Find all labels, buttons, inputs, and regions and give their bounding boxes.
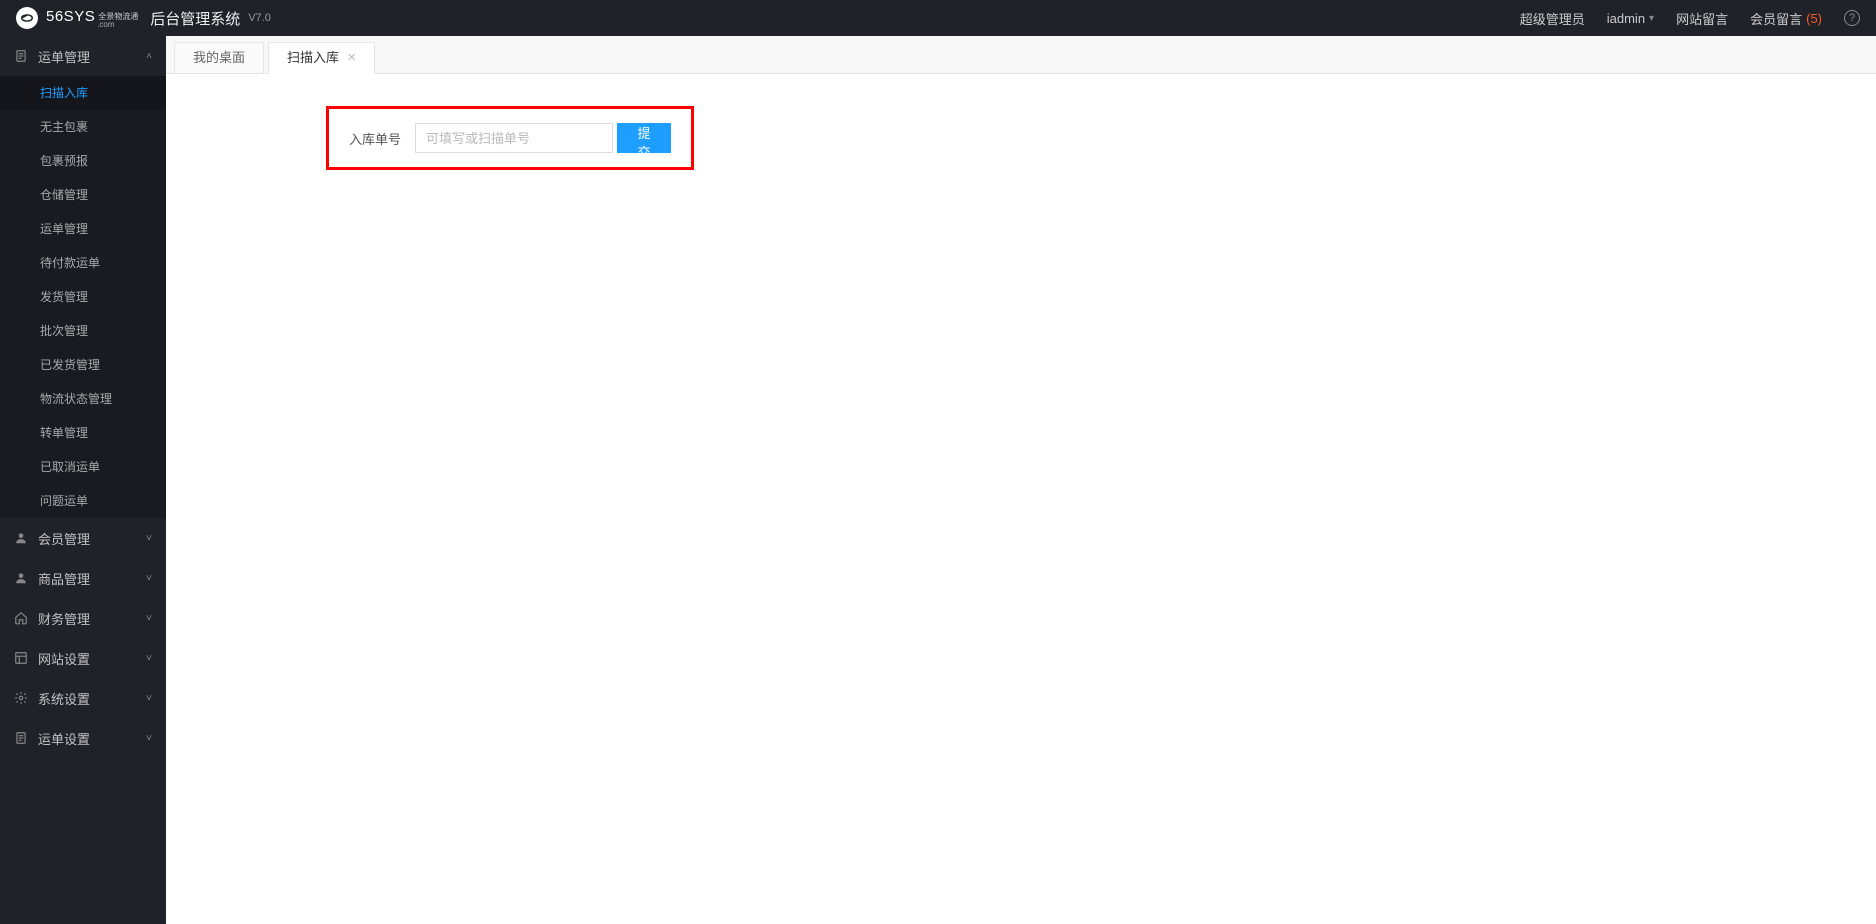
layout-icon [14,651,28,665]
sidebar-group-label: 会员管理 [38,529,90,548]
home-icon [14,611,28,625]
sidebar-item[interactable]: 无主包裹 [0,110,166,144]
sidebar-item[interactable]: 运单管理 [0,212,166,246]
user-menu[interactable]: iadmin ▾ [1607,11,1654,26]
sidebar-submenu: 扫描入库无主包裹包裹预报仓储管理运单管理待付款运单发货管理批次管理已发货管理物流… [0,76,166,518]
doc-icon [14,49,28,63]
sidebar-item[interactable]: 批次管理 [0,314,166,348]
logo: 56SYS全景物流通.com [16,7,138,29]
sidebar-group-label: 网站设置 [38,649,90,668]
site-message-link[interactable]: 网站留言 [1676,9,1728,28]
sidebar-item[interactable]: 仓储管理 [0,178,166,212]
help-icon: ? [1844,10,1860,26]
member-message-count: (5) [1806,11,1822,26]
system-title: 后台管理系统 [150,8,240,29]
sidebar-group[interactable]: 商品管理 ˅ [0,558,166,598]
sidebar-item[interactable]: 待付款运单 [0,246,166,280]
sidebar-item[interactable]: 扫描入库 [0,76,166,110]
content-panel: 入库单号 提交 [166,74,1876,924]
system-version: V7.0 [248,12,271,24]
tab[interactable]: 我的桌面 [174,42,264,74]
chevron-down-icon: ˅ [146,653,152,664]
header-right: 超级管理员 iadmin ▾ 网站留言 会员留言 (5) ? [1520,9,1860,28]
help-button[interactable]: ? [1844,10,1860,26]
sidebar-group[interactable]: 会员管理 ˅ [0,518,166,558]
logo-icon [16,7,38,29]
chevron-down-icon: ˅ [146,693,152,704]
logo-sub2: .com [97,21,138,29]
sidebar-item[interactable]: 已取消运单 [0,450,166,484]
user-name: iadmin [1607,11,1645,26]
sidebar-group-label: 财务管理 [38,609,90,628]
logo-text: 56SYS全景物流通.com [46,8,138,29]
chevron-up-icon: ˄ [146,51,152,62]
role-label: 超级管理员 [1520,9,1585,28]
chevron-down-icon: ˅ [146,733,152,744]
user-icon [14,571,28,585]
sidebar-item[interactable]: 发货管理 [0,280,166,314]
sidebar-item[interactable]: 已发货管理 [0,348,166,382]
close-icon[interactable]: ✕ [347,43,356,73]
sidebar-group[interactable]: 运单管理 ˄ [0,36,166,76]
sidebar-group[interactable]: 运单设置 ˅ [0,718,166,758]
sidebar-group-label: 运单设置 [38,729,90,748]
sidebar-group-label: 商品管理 [38,569,90,588]
sidebar-group-label: 系统设置 [38,689,90,708]
tab[interactable]: 扫描入库 ✕ [268,42,375,74]
chevron-down-icon: ˅ [146,573,152,584]
submit-button[interactable]: 提交 [617,123,671,153]
member-message-label: 会员留言 [1750,9,1802,28]
main-area: 我的桌面 扫描入库 ✕ 入库单号 提交 [166,36,1876,924]
doc-icon [14,731,28,745]
app-header: 56SYS全景物流通.com 后台管理系统 V7.0 超级管理员 iadmin … [0,0,1876,36]
tab-label: 扫描入库 [287,43,339,73]
chevron-down-icon: ˅ [146,533,152,544]
logo-main: 56SYS [46,8,95,25]
scan-form-highlight: 入库单号 提交 [326,106,694,170]
user-icon [14,531,28,545]
sidebar-item[interactable]: 包裹预报 [0,144,166,178]
member-message-link[interactable]: 会员留言 (5) [1750,9,1822,28]
sidebar-group[interactable]: 系统设置 ˅ [0,678,166,718]
tab-label: 我的桌面 [193,43,245,73]
gear-icon [14,691,28,705]
sidebar-item[interactable]: 物流状态管理 [0,382,166,416]
sidebar-group[interactable]: 财务管理 ˅ [0,598,166,638]
sidebar-item[interactable]: 问题运单 [0,484,166,518]
tab-bar: 我的桌面 扫描入库 ✕ [166,36,1876,74]
chevron-down-icon: ▾ [1649,13,1654,24]
sidebar-group-label: 运单管理 [38,47,90,66]
sidebar: 运单管理˄扫描入库无主包裹包裹预报仓储管理运单管理待付款运单发货管理批次管理已发… [0,36,166,924]
sidebar-item[interactable]: 转单管理 [0,416,166,450]
sidebar-group[interactable]: 网站设置 ˅ [0,638,166,678]
order-number-input[interactable] [415,123,613,153]
form-label-order-no: 入库单号 [349,129,401,148]
chevron-down-icon: ˅ [146,613,152,624]
